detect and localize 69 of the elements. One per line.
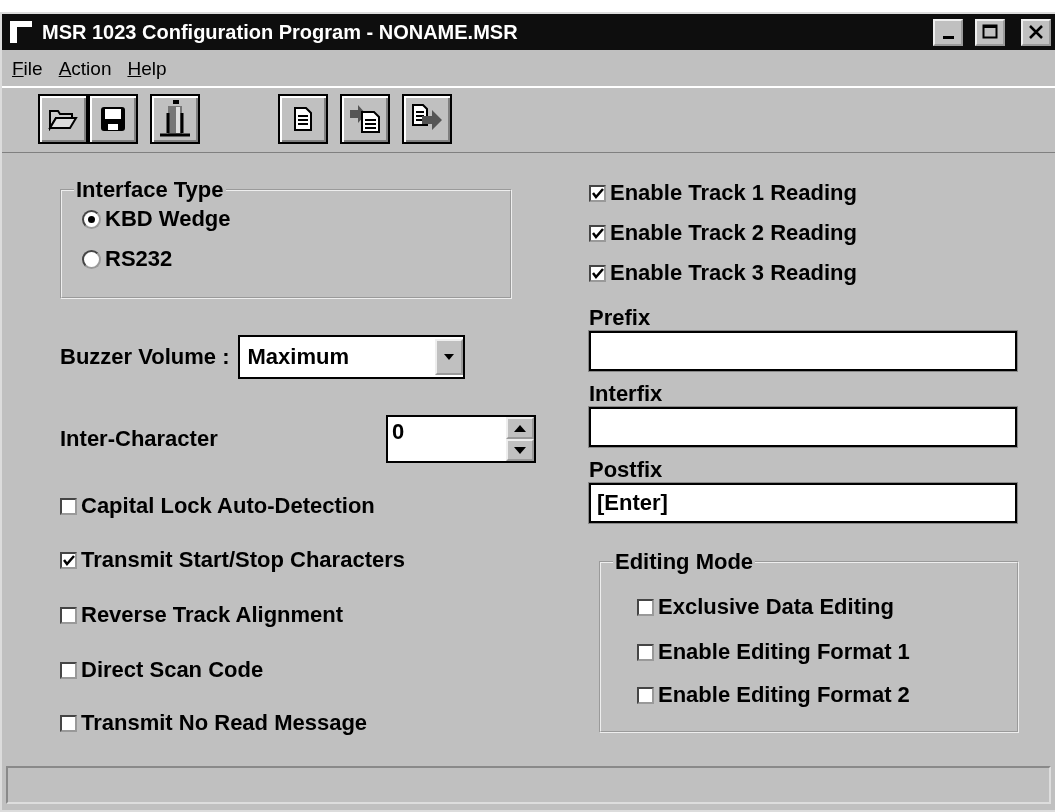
radio-button[interactable] (82, 209, 101, 229)
checkbox[interactable] (60, 551, 77, 569)
maximize-icon (982, 24, 998, 40)
minimize-icon (942, 35, 954, 39)
checkbox[interactable] (589, 264, 606, 282)
folder-icon (48, 107, 78, 131)
checkbox[interactable] (637, 598, 654, 616)
exit-button[interactable] (150, 94, 200, 144)
checkbox-label: Transmit Start/Stop Characters (81, 547, 405, 573)
field-label: Postfix (589, 457, 664, 483)
checkbox-label: Transmit No Read Message (81, 710, 368, 736)
open-button[interactable] (38, 94, 88, 144)
checkbox[interactable] (60, 606, 77, 624)
dropdown-value: Maximum (247, 344, 349, 370)
input-field[interactable] (589, 331, 1017, 371)
radio-button[interactable] (82, 249, 101, 269)
field-value: [Enter] (597, 490, 668, 516)
field-label: Buzzer Volume : (60, 344, 230, 370)
checkbox-label: Reverse Track Alignment (81, 602, 344, 628)
dropdown-button[interactable] (434, 339, 463, 375)
menu-item[interactable]: Action (58, 58, 112, 80)
import-button[interactable] (340, 94, 390, 144)
checkbox[interactable] (60, 661, 77, 679)
field-label: Prefix (589, 305, 652, 331)
save-button[interactable] (88, 94, 138, 144)
caret-down-icon (514, 446, 526, 454)
spin-value: 0 (392, 418, 405, 446)
field-label: Inter-Character (60, 426, 218, 452)
menu-item[interactable]: File (12, 58, 43, 80)
checkbox[interactable] (60, 497, 77, 515)
input-field[interactable] (589, 407, 1017, 447)
app-icon (10, 21, 32, 43)
spin-field[interactable]: 0 (386, 415, 536, 463)
checkbox-label: Enable Track 3 Reading (610, 260, 857, 286)
new-document-button[interactable] (278, 94, 328, 144)
radio-label: RS232 (105, 246, 173, 272)
caret-up-icon (514, 424, 526, 432)
check-icon (591, 227, 604, 239)
checkbox-label: Capital Lock Auto-Detection (81, 493, 375, 519)
checkbox-label: Exclusive Data Editing (658, 594, 894, 620)
radio-label: KBD Wedge (105, 206, 231, 232)
checkbox[interactable] (589, 224, 606, 242)
checkbox[interactable] (589, 184, 606, 202)
window-title: MSR 1023 Configuration Program - NONAME.MSR (42, 20, 519, 44)
checkbox-label: Enable Editing Format 2 (658, 682, 910, 708)
check-icon (62, 554, 75, 566)
dropdown[interactable]: Maximum (237, 335, 465, 379)
maximize-button[interactable] (975, 18, 1005, 46)
checkbox[interactable] (637, 686, 654, 704)
close-button[interactable] (1021, 18, 1051, 46)
checkbox-label: Enable Editing Format 1 (658, 639, 910, 665)
document-icon (293, 106, 313, 132)
spin-up-button[interactable] (506, 417, 534, 439)
checkbox-label: Enable Track 1 Reading (610, 180, 857, 206)
spin-down-button[interactable] (506, 439, 534, 461)
check-icon (591, 267, 604, 279)
export-button[interactable] (402, 94, 452, 144)
checkbox-label: Enable Track 2 Reading (610, 220, 857, 246)
input-field[interactable]: [Enter] (589, 483, 1017, 523)
minimize-button[interactable] (933, 18, 963, 46)
caret-down-icon (443, 354, 454, 360)
close-icon (1028, 24, 1044, 40)
check-icon (591, 187, 604, 199)
checkbox[interactable] (60, 714, 77, 732)
arrow-into-document-icon (348, 104, 382, 134)
checkbox-label: Direct Scan Code (81, 657, 264, 683)
menu-item[interactable]: Help (127, 58, 167, 80)
checkbox[interactable] (637, 643, 654, 661)
field-label: Interfix (589, 381, 664, 407)
